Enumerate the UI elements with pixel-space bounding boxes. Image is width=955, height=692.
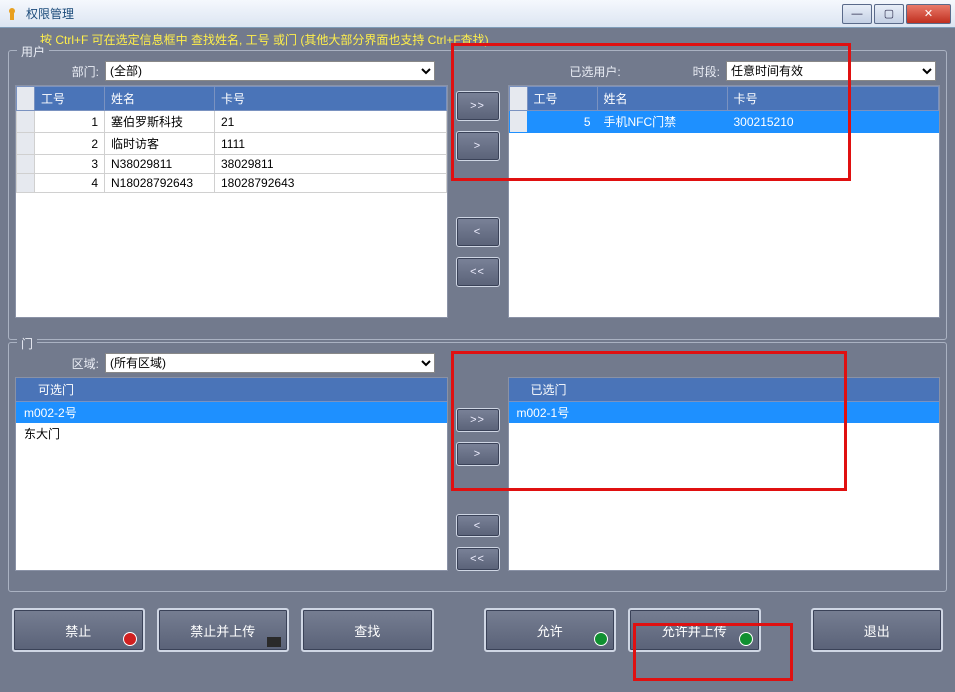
list-item[interactable]: m002-2号	[16, 402, 447, 423]
upload-icon	[267, 637, 281, 647]
deny-button[interactable]: 禁止	[12, 608, 145, 652]
find-button[interactable]: 查找	[301, 608, 434, 652]
exit-button[interactable]: 退出	[811, 608, 944, 652]
remove-one-button[interactable]: <	[456, 217, 500, 247]
remove-all-button[interactable]: <<	[456, 257, 500, 287]
add-all-button[interactable]: >>	[456, 91, 500, 121]
selected-user-label: 已选用户:	[569, 63, 620, 80]
deny-icon	[123, 632, 137, 646]
table-row[interactable]: 2临时访客1111	[17, 133, 447, 155]
window-title: 权限管理	[26, 5, 842, 22]
list-item[interactable]: m002-1号	[509, 402, 940, 423]
allow-button[interactable]: 允许	[484, 608, 617, 652]
table-row[interactable]: 3N3802981138029811	[17, 155, 447, 174]
table-row[interactable]: 1塞伯罗斯科技21	[17, 111, 447, 133]
add-one-button[interactable]: >	[456, 131, 500, 161]
table-header-row: 工号 姓名 卡号	[17, 87, 447, 111]
period-label: 时段:	[693, 63, 720, 80]
table-row[interactable]: 5手机NFC门禁300215210	[509, 111, 939, 133]
table-row[interactable]: 4N1802879264318028792643	[17, 174, 447, 193]
selected-doors-list[interactable]: 已选门 m002-1号	[508, 377, 941, 571]
app-icon	[4, 6, 20, 22]
maximize-button[interactable]: ▢	[874, 4, 904, 24]
titlebar: 权限管理 — ▢ ✕	[0, 0, 955, 28]
avail-doors-header: 可选门	[38, 381, 74, 398]
dept-select[interactable]: (全部)	[105, 61, 435, 81]
dept-label: 部门:	[19, 63, 99, 80]
allow-upload-icon	[739, 632, 753, 646]
door-frame: 门 区域: (所有区域) 可选门 m002-2号 东大门 >> > < << 已…	[8, 342, 947, 592]
table-header-row: 工号 姓名 卡号	[509, 87, 939, 111]
close-button[interactable]: ✕	[906, 4, 951, 24]
door-remove-one-button[interactable]: <	[456, 514, 500, 538]
footer-toolbar: 禁止 禁止并上传 查找 允许 允许并上传 退出	[0, 594, 955, 666]
deny-upload-button[interactable]: 禁止并上传	[157, 608, 290, 652]
available-doors-list[interactable]: 可选门 m002-2号 东大门	[15, 377, 448, 571]
list-item[interactable]: 东大门	[16, 423, 447, 444]
period-select[interactable]: 任意时间有效	[726, 61, 936, 81]
user-frame: 用户 部门: (全部) 已选用户: 时段: 任意时间有效 工号 姓名 卡号 1塞…	[8, 50, 947, 340]
door-frame-label: 门	[17, 335, 37, 352]
door-add-one-button[interactable]: >	[456, 442, 500, 466]
hint-text: 按 Ctrl+F 可在选定信息框中 查找姓名, 工号 或门 (其他大部分界面也支…	[0, 28, 955, 48]
area-select[interactable]: (所有区域)	[105, 353, 435, 373]
sel-doors-header: 已选门	[531, 381, 567, 398]
door-add-all-button[interactable]: >>	[456, 408, 500, 432]
area-label: 区域:	[19, 355, 99, 372]
user-frame-label: 用户	[17, 43, 49, 60]
door-remove-all-button[interactable]: <<	[456, 547, 500, 571]
allow-upload-button[interactable]: 允许并上传	[628, 608, 761, 652]
available-users-table[interactable]: 工号 姓名 卡号 1塞伯罗斯科技21 2临时访客1111 3N380298113…	[15, 85, 448, 318]
minimize-button[interactable]: —	[842, 4, 872, 24]
selected-users-table[interactable]: 工号 姓名 卡号 5手机NFC门禁300215210	[508, 85, 941, 318]
allow-icon	[594, 632, 608, 646]
